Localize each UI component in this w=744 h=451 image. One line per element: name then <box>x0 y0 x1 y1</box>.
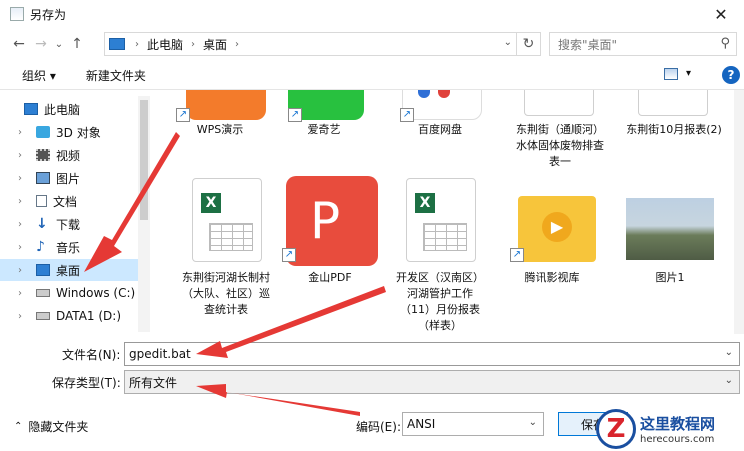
watermark: Z 这里教程网 herecours.com <box>596 406 744 451</box>
watermark-url: herecours.com <box>640 433 715 445</box>
site-logo-icon: Z <box>596 408 636 449</box>
annotation-arrow-filename <box>196 286 386 358</box>
annotation-arrows <box>84 132 386 416</box>
watermark-title: 这里教程网 <box>640 414 716 433</box>
annotation-arrow-filetype <box>196 384 360 416</box>
annotation-arrow-desktop <box>84 132 180 272</box>
